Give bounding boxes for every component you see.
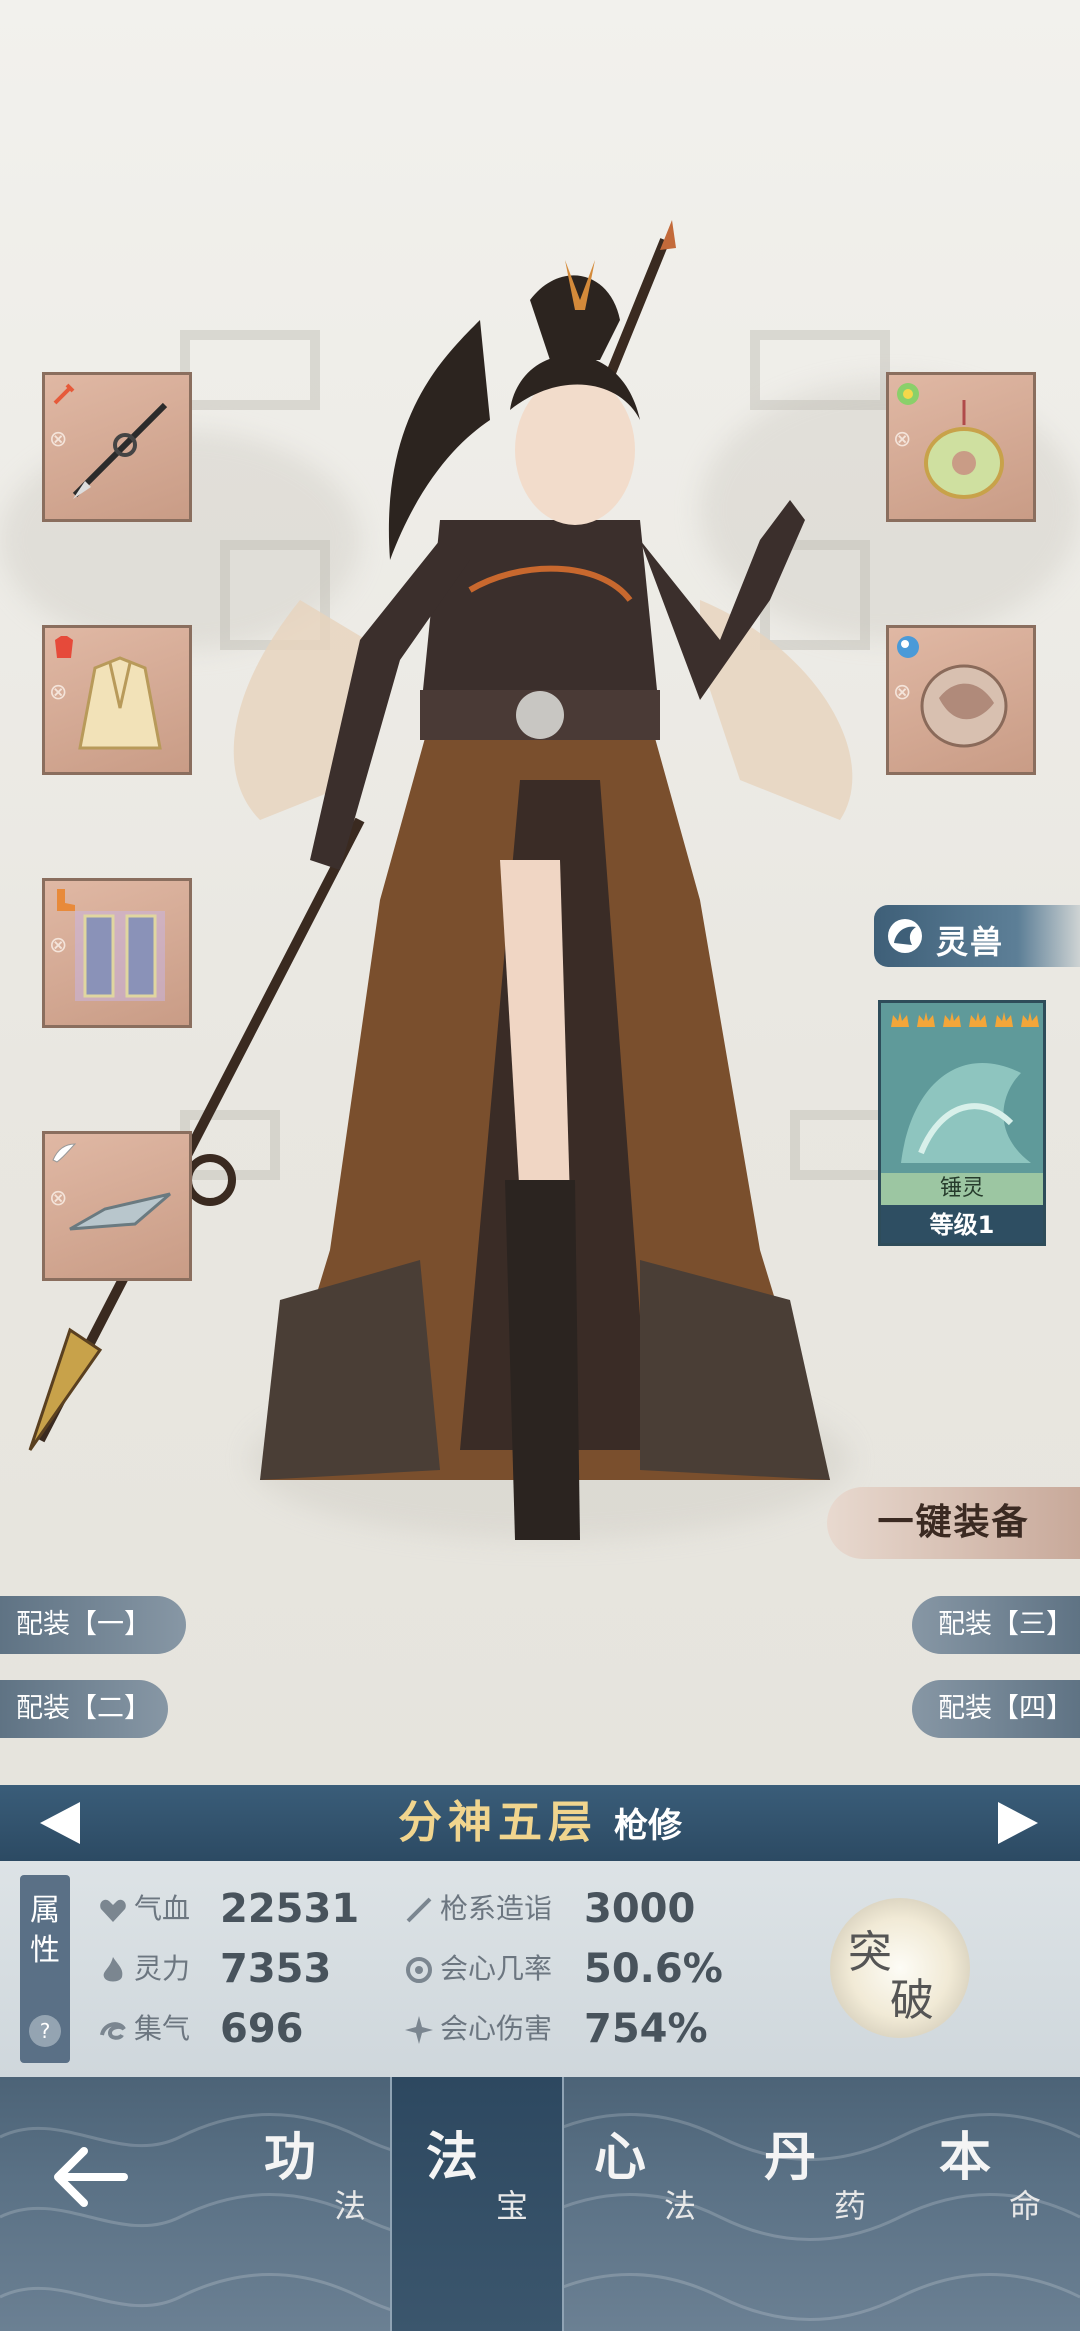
spirit-beast-label: 灵兽 bbox=[936, 923, 1005, 961]
star-rating bbox=[889, 1009, 1041, 1031]
burst-icon bbox=[405, 2016, 433, 2044]
spirit-beast-card[interactable]: 锤灵 等级1 bbox=[878, 1000, 1046, 1246]
tab-techniques[interactable]: 功 法 bbox=[230, 2077, 400, 2331]
equip-slot-talisman[interactable]: ⊗ bbox=[886, 625, 1036, 775]
spear-icon bbox=[72, 402, 168, 499]
next-arrow-icon[interactable] bbox=[996, 1800, 1040, 1846]
loadout-3-button[interactable]: 配装【三】 bbox=[912, 1596, 1080, 1654]
breakthrough-button[interactable]: 突 破 bbox=[830, 1898, 970, 2038]
stat-crit-damage: 会心伤害 754% bbox=[404, 2001, 724, 2057]
tab-pills[interactable]: 丹 药 bbox=[730, 2077, 900, 2331]
flame-icon bbox=[103, 1957, 123, 1982]
equip-slot-weapon[interactable]: ⊗ bbox=[42, 372, 192, 522]
crown-star-icon bbox=[941, 1009, 963, 1031]
realm-bar: 分神五层 枪修 bbox=[0, 1785, 1080, 1861]
beast-talisman-icon bbox=[920, 664, 1008, 748]
equip-slot-armor[interactable]: ⊗ bbox=[42, 625, 192, 775]
spear-stat-icon bbox=[406, 1897, 432, 1923]
stat-hp: 气血 22531 bbox=[98, 1881, 398, 1937]
boots-icon bbox=[75, 911, 165, 1001]
stat-crit-rate: 会心几率 50.6% bbox=[404, 1941, 724, 1997]
equip-slot-artifact[interactable]: ⊗ bbox=[42, 1131, 192, 1281]
bottom-nav: 功 法 法 宝 心 法 丹 药 本 命 bbox=[0, 2077, 1080, 2331]
tab-artifacts[interactable]: 法 宝 bbox=[390, 2077, 564, 2331]
spirit-beast-name: 锤灵 bbox=[881, 1173, 1043, 1205]
crown-star-icon bbox=[967, 1009, 989, 1031]
equip-slot-boots[interactable]: ⊗ bbox=[42, 878, 192, 1028]
attributes-tab[interactable]: 属性 ? bbox=[20, 1875, 70, 2063]
crown-star-icon bbox=[915, 1009, 937, 1031]
crit-rate-icon bbox=[406, 1957, 432, 1983]
spirit-beast-level: 等级1 bbox=[881, 1205, 1043, 1243]
flying-sword-icon bbox=[69, 1192, 171, 1231]
help-icon[interactable]: ? bbox=[29, 2015, 61, 2047]
swirl-icon bbox=[100, 2022, 126, 2040]
tab-mind-methods[interactable]: 心 法 bbox=[560, 2077, 730, 2331]
crown-star-icon bbox=[1019, 1009, 1041, 1031]
loadout-1-button[interactable]: 配装【一】 bbox=[0, 1596, 186, 1654]
loadout-2-button[interactable]: 配装【二】 bbox=[0, 1680, 168, 1738]
cultivation-class: 枪修 bbox=[614, 1806, 682, 1846]
heart-icon bbox=[100, 1899, 126, 1922]
equip-all-button[interactable]: 一键装备 bbox=[827, 1487, 1080, 1559]
beast-icon bbox=[888, 919, 922, 953]
spirit-beast-header[interactable]: 灵兽 bbox=[874, 905, 1080, 967]
equip-slot-pendant[interactable]: ⊗ bbox=[886, 372, 1036, 522]
stat-spear-mastery: 枪系造诣 3000 bbox=[404, 1881, 724, 1937]
crown-star-icon bbox=[993, 1009, 1015, 1031]
crown-star-icon bbox=[889, 1009, 911, 1031]
realm-title: 分神五层 枪修 bbox=[0, 1785, 1080, 1870]
robe-icon bbox=[78, 656, 162, 750]
jade-pendant-icon bbox=[924, 400, 1004, 499]
back-arrow-icon[interactable] bbox=[50, 2137, 130, 2217]
realm-level: 分神五层 bbox=[398, 1797, 598, 1848]
loadout-4-button[interactable]: 配装【四】 bbox=[912, 1680, 1080, 1738]
stat-spirit-power: 灵力 7353 bbox=[98, 1941, 398, 1997]
attributes-tab-label: 属性 bbox=[30, 1893, 60, 1968]
stat-qi-gathering: 集气 696 bbox=[98, 2001, 398, 2057]
tab-natal[interactable]: 本 命 bbox=[905, 2077, 1075, 2331]
